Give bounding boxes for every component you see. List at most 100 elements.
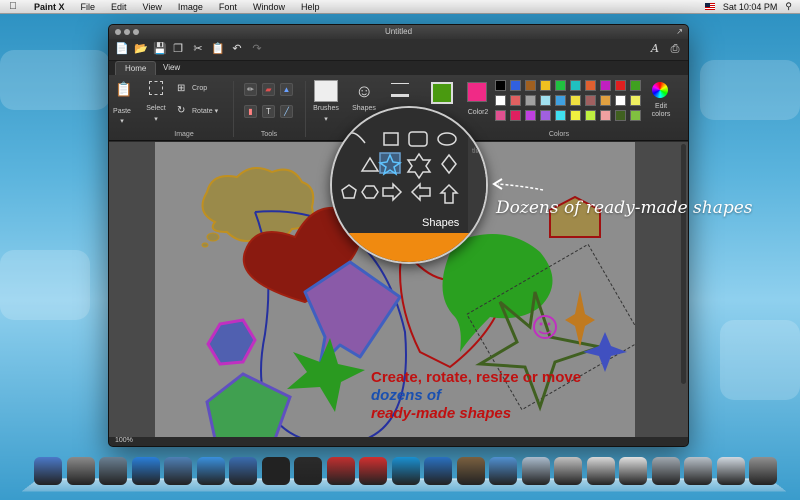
orange-star-shape[interactable]: [565, 290, 595, 347]
dock-app-icon[interactable]: [326, 457, 355, 485]
input-flag-icon[interactable]: [704, 3, 715, 10]
palette-swatch[interactable]: [525, 80, 536, 91]
palette-swatch[interactable]: [555, 95, 566, 106]
palette-swatch[interactable]: [630, 110, 641, 121]
blue-star-shape[interactable]: [583, 332, 627, 372]
open-folder-icon[interactable]: 📂: [134, 43, 148, 55]
color-wheel-icon[interactable]: [652, 82, 668, 98]
clock[interactable]: Sat 10:04 PM: [723, 2, 778, 12]
dock-app-icon[interactable]: [554, 457, 582, 485]
brushes-icon[interactable]: [314, 80, 338, 102]
paste-label[interactable]: Paste: [109, 108, 135, 115]
palette-swatch[interactable]: [600, 110, 611, 121]
eraser-tool[interactable]: ▮: [244, 105, 257, 118]
apple-icon[interactable]: : [0, 1, 26, 12]
font-icon[interactable]: A: [649, 43, 661, 55]
palette-swatch[interactable]: [600, 80, 611, 91]
cut-icon[interactable]: ✂: [192, 43, 204, 55]
paste-dropdown-icon[interactable]: ▾: [109, 117, 135, 125]
dock-app-icon[interactable]: [716, 457, 745, 485]
menu-view[interactable]: View: [135, 0, 170, 14]
dock-app-icon[interactable]: [521, 457, 550, 485]
palette-swatch[interactable]: [585, 95, 596, 106]
palette-swatch[interactable]: [495, 95, 506, 106]
dock-app-icon[interactable]: [489, 457, 517, 485]
new-file-icon[interactable]: 📄: [115, 43, 129, 55]
palette-swatch[interactable]: [570, 80, 581, 91]
palette-swatch[interactable]: [510, 95, 521, 106]
palette-swatch[interactable]: [630, 80, 641, 91]
dock-app-icon[interactable]: [424, 457, 452, 485]
palette-swatch[interactable]: [540, 95, 551, 106]
menu-file[interactable]: File: [73, 0, 104, 14]
shapes-icon[interactable]: ☺: [355, 81, 373, 102]
tab-view[interactable]: View: [154, 61, 189, 75]
menu-window[interactable]: Window: [245, 0, 293, 14]
brushes-dropdown-icon[interactable]: ▾: [309, 115, 343, 123]
palette-swatch[interactable]: [555, 110, 566, 121]
palette-swatch[interactable]: [540, 80, 551, 91]
dock-app-icon[interactable]: [619, 457, 647, 485]
color2-swatch[interactable]: [467, 82, 487, 102]
dock-app-icon[interactable]: [196, 457, 225, 485]
fullscreen-icon[interactable]: ↗: [676, 27, 683, 36]
pencil-tool[interactable]: ✏: [244, 83, 257, 96]
select-icon[interactable]: [149, 81, 163, 95]
palette-swatch[interactable]: [525, 110, 536, 121]
menu-image[interactable]: Image: [170, 0, 211, 14]
select-dropdown-icon[interactable]: ▾: [141, 115, 171, 123]
palette-swatch[interactable]: [615, 110, 626, 121]
color2-label[interactable]: Color2: [461, 109, 495, 116]
dock-app-icon[interactable]: [456, 457, 485, 485]
redo-icon[interactable]: ↷: [251, 43, 263, 55]
palette-swatch[interactable]: [510, 80, 521, 91]
clipboard-icon[interactable]: 📋: [115, 81, 132, 101]
dock-app-icon[interactable]: [651, 457, 680, 485]
crop-icon[interactable]: ⊞: [177, 83, 185, 94]
shapes-label[interactable]: Shapes: [349, 105, 379, 112]
spray-tool[interactable]: ▲: [280, 83, 293, 96]
dock-app-icon[interactable]: [131, 457, 160, 485]
palette-swatch[interactable]: [510, 110, 521, 121]
palette-swatch[interactable]: [495, 80, 506, 91]
print-icon[interactable]: ⎙: [669, 43, 681, 55]
dock-app-icon[interactable]: [261, 457, 290, 485]
dock-app-icon[interactable]: [359, 457, 387, 485]
dock-app-icon[interactable]: [229, 457, 257, 485]
dock-app-icon[interactable]: [164, 457, 192, 485]
palette-swatch[interactable]: [630, 95, 641, 106]
edit-colors-label[interactable]: Edit colors: [647, 103, 675, 119]
dock-app-icon[interactable]: [34, 457, 62, 485]
hexagon-shape[interactable]: [206, 318, 257, 366]
spotlight-icon[interactable]: ⚲: [785, 1, 792, 12]
color1-swatch[interactable]: [431, 82, 453, 104]
palette-swatch[interactable]: [585, 80, 596, 91]
dock-app-icon[interactable]: [66, 457, 95, 485]
palette-swatch[interactable]: [570, 110, 581, 121]
dock-app-icon[interactable]: [749, 457, 777, 485]
undo-icon[interactable]: ↶: [231, 43, 243, 55]
dock-app-icon[interactable]: [684, 457, 712, 485]
rotate-label[interactable]: Rotate ▾: [192, 107, 218, 115]
dock-app-icon[interactable]: [391, 457, 420, 485]
palette-swatch[interactable]: [615, 95, 626, 106]
save-icon[interactable]: 💾: [153, 43, 167, 55]
crop-label[interactable]: Crop: [192, 85, 207, 92]
text-tool[interactable]: T: [262, 105, 275, 118]
menu-font[interactable]: Font: [211, 0, 245, 14]
color-picker-tool[interactable]: ╱: [280, 105, 293, 118]
dock-app-icon[interactable]: [586, 457, 615, 485]
palette-swatch[interactable]: [585, 110, 596, 121]
dock-app-icon[interactable]: [99, 457, 127, 485]
palette-swatch[interactable]: [540, 110, 551, 121]
menu-app-name[interactable]: Paint X: [26, 0, 73, 14]
menu-edit[interactable]: Edit: [103, 0, 135, 14]
palette-swatch[interactable]: [570, 95, 581, 106]
fill-tool[interactable]: ▰: [262, 83, 275, 96]
palette-swatch[interactable]: [600, 95, 611, 106]
select-label[interactable]: Select: [141, 105, 171, 112]
paste-icon[interactable]: 📋: [211, 43, 225, 55]
dock-app-icon[interactable]: [294, 457, 322, 485]
menu-help[interactable]: Help: [293, 0, 328, 14]
palette-swatch[interactable]: [615, 80, 626, 91]
